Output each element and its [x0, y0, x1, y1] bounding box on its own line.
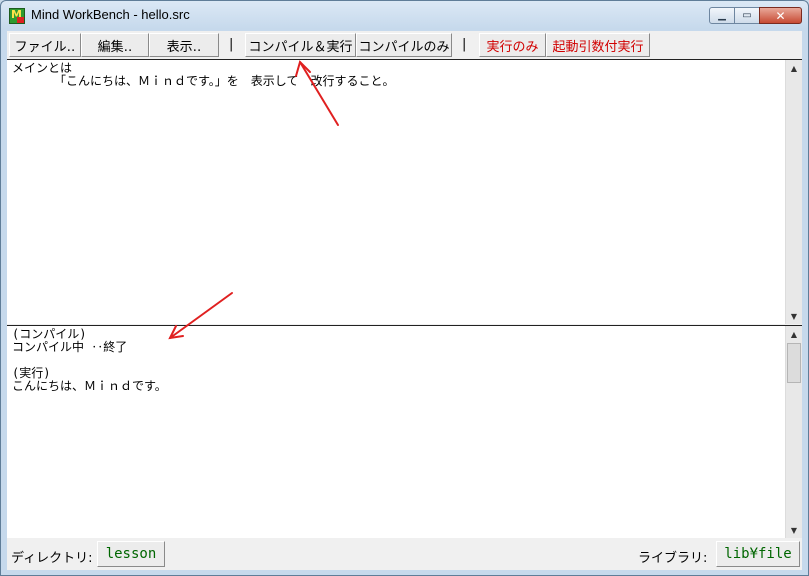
source-editor[interactable]: メインとは 「こんにちは、Ｍｉｎｄです。」を 表示して 改行すること。 ▲ ▼	[7, 59, 802, 324]
edit-menu-button[interactable]: 編集‥	[81, 33, 149, 57]
scroll-up-icon[interactable]: ▲	[786, 326, 802, 342]
source-code-text[interactable]: メインとは 「こんにちは、Ｍｉｎｄです。」を 表示して 改行すること。	[7, 60, 802, 88]
compile-only-button[interactable]: コンパイルのみ	[356, 33, 452, 57]
client-area: ファイル‥ 編集‥ 表示‥ | コンパイル＆実行 コンパイルのみ | 実行のみ …	[7, 31, 802, 570]
minimize-icon: ▁	[718, 10, 726, 21]
title-bar[interactable]: M Mind WorkBench - hello.src ▁ ▭ ✕	[1, 1, 808, 31]
scroll-down-icon[interactable]: ▼	[786, 308, 802, 324]
directory-label: ディレクトリ:	[11, 551, 93, 566]
compile-and-run-button[interactable]: コンパイル＆実行	[245, 33, 356, 57]
directory-button[interactable]: lesson	[97, 541, 165, 567]
run-with-args-button[interactable]: 起動引数付実行	[546, 33, 650, 57]
window-controls: ▁ ▭ ✕	[709, 7, 802, 24]
status-bar: ディレクトリ: lesson ライブラリ: lib¥file	[7, 538, 802, 570]
scroll-down-icon[interactable]: ▼	[786, 522, 802, 538]
close-icon: ✕	[775, 8, 786, 23]
library-button[interactable]: lib¥file	[716, 541, 800, 567]
app-window: M Mind WorkBench - hello.src ▁ ▭ ✕ ファイル‥…	[0, 0, 809, 576]
window-title: Mind WorkBench - hello.src	[31, 7, 190, 22]
toolbar-separator: |	[462, 37, 467, 52]
maximize-button[interactable]: ▭	[734, 7, 760, 24]
minimize-button[interactable]: ▁	[709, 7, 735, 24]
toolbar-separator: |	[229, 37, 234, 52]
toolbar: ファイル‥ 編集‥ 表示‥ | コンパイル＆実行 コンパイルのみ | 実行のみ …	[7, 31, 802, 59]
editor-scrollbar[interactable]: ▲ ▼	[785, 60, 802, 324]
scroll-thumb[interactable]	[787, 343, 801, 383]
close-button[interactable]: ✕	[759, 7, 802, 24]
maximize-icon: ▭	[742, 10, 752, 21]
scroll-up-icon[interactable]: ▲	[786, 60, 802, 76]
view-menu-button[interactable]: 表示‥	[149, 33, 219, 57]
file-menu-button[interactable]: ファイル‥	[9, 33, 81, 57]
run-only-button[interactable]: 実行のみ	[479, 33, 546, 57]
output-text: (コンパイル) コンパイル中 ‥終了 (実行) こんにちは、Ｍｉｎｄです。	[12, 327, 167, 393]
output-console[interactable]: (コンパイル) コンパイル中 ‥終了 (実行) こんにちは、Ｍｉｎｄです。 ▲ …	[7, 325, 802, 538]
app-logo-icon: M	[9, 8, 25, 24]
output-scrollbar[interactable]: ▲ ▼	[785, 326, 802, 538]
library-label: ライブラリ:	[638, 551, 708, 566]
